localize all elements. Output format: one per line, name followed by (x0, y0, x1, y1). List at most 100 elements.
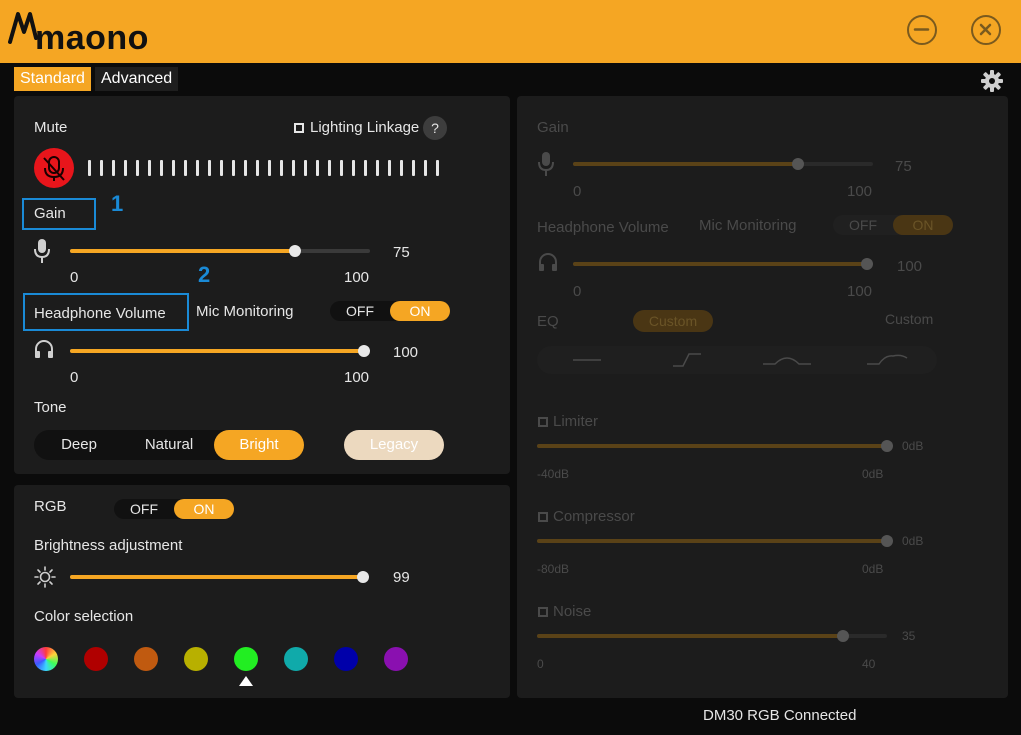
color-swatch[interactable] (184, 647, 208, 671)
eq-custom-pill: Custom (633, 310, 713, 332)
level-meter-tick (412, 160, 415, 176)
level-meter-tick (352, 160, 355, 176)
lighting-linkage-label: Lighting Linkage (310, 119, 420, 136)
eq-presets-bar (537, 346, 937, 374)
tone-selector[interactable]: Deep Natural Bright (34, 430, 304, 460)
level-meter-tick (400, 160, 403, 176)
tone-deep[interactable]: Deep (34, 430, 124, 460)
color-swatch[interactable] (284, 647, 308, 671)
close-button[interactable] (971, 15, 1001, 45)
mic-monitoring-off[interactable]: OFF (330, 301, 390, 321)
right-headphone-min: 0 (573, 283, 582, 300)
tab-advanced[interactable]: Advanced (95, 67, 179, 91)
level-meter-tick (196, 160, 199, 176)
noise-value: 35 (902, 629, 916, 643)
right-headphone-max: 100 (847, 283, 873, 300)
level-meter-tick (88, 160, 91, 176)
gain-slider-handle[interactable] (289, 245, 301, 257)
sun-icon (34, 566, 56, 588)
compressor-max: 0dB (862, 562, 884, 576)
tone-natural[interactable]: Natural (124, 430, 214, 460)
noise-checkbox (538, 607, 548, 617)
level-meter-tick (424, 160, 427, 176)
level-meter-tick (316, 160, 319, 176)
eq-curve-icons (573, 353, 908, 367)
right-microphone-icon (538, 152, 554, 176)
tab-standard[interactable]: Standard (14, 67, 91, 91)
gain-max-label: 100 (344, 269, 370, 286)
headphone-max-label: 100 (344, 369, 370, 386)
right-headphone-value: 100 (897, 258, 923, 275)
legacy-button[interactable]: Legacy (344, 430, 444, 460)
brightness-label: Brightness adjustment (34, 537, 183, 554)
color-swatch[interactable] (384, 647, 408, 671)
minimize-button[interactable] (907, 15, 937, 45)
compressor-checkbox (538, 512, 548, 522)
color-swatch[interactable] (84, 647, 108, 671)
eq-label: EQ (537, 313, 559, 330)
rgb-label: RGB (34, 498, 67, 515)
level-meter-tick (172, 160, 175, 176)
brightness-value: 99 (393, 569, 410, 586)
brightness-slider[interactable] (70, 571, 370, 583)
headphone-slider-handle[interactable] (358, 345, 370, 357)
headphones-icon (35, 340, 53, 358)
color-swatch[interactable] (234, 647, 258, 671)
level-meter-tick (256, 160, 259, 176)
eq-custom-label: Custom (885, 311, 934, 327)
rgb-on[interactable]: ON (174, 499, 234, 519)
noise-min: 0 (537, 657, 544, 671)
minus-icon (913, 28, 930, 31)
limiter-max: 0dB (862, 467, 884, 481)
level-meter-tick (208, 160, 211, 176)
color-swatch[interactable] (134, 647, 158, 671)
right-headphones-icon (539, 253, 557, 271)
right-headphone-label: Headphone Volume (537, 219, 669, 236)
right-gain-label: Gain (537, 119, 569, 136)
compressor-label: Compressor (553, 508, 635, 525)
level-meter-tick (280, 160, 283, 176)
noise-max: 40 (862, 657, 876, 671)
compressor-min: -80dB (537, 562, 570, 576)
connection-status: DM30 RGB Connected (703, 707, 857, 724)
limiter-label: Limiter (553, 413, 599, 430)
annotation-1: 1 (111, 191, 124, 216)
limiter-min: -40dB (537, 467, 570, 481)
limiter-handle (881, 440, 893, 452)
headphone-volume-slider[interactable] (70, 345, 370, 357)
right-gain-slider (573, 158, 873, 170)
right-gain-value: 75 (895, 158, 912, 175)
mic-monitoring-on[interactable]: ON (390, 301, 450, 321)
level-meter-tick (148, 160, 151, 176)
noise-label: Noise (553, 603, 592, 620)
headphone-volume-label: Headphone Volume (34, 305, 166, 322)
gain-slider[interactable] (70, 245, 370, 257)
gear-icon[interactable] (980, 69, 1004, 93)
right-gain-max: 100 (847, 183, 873, 200)
microphone-icon (34, 239, 50, 263)
main-controls-panel (14, 96, 510, 474)
rgb-toggle[interactable]: OFF ON (114, 499, 234, 519)
lighting-linkage-checkbox[interactable] (294, 123, 304, 133)
help-icon[interactable]: ? (423, 116, 447, 140)
rgb-off[interactable]: OFF (114, 499, 174, 519)
mute-button[interactable] (34, 148, 74, 188)
level-meter-tick (232, 160, 235, 176)
brightness-slider-handle[interactable] (357, 571, 370, 583)
color-swatch-rainbow[interactable] (34, 647, 58, 671)
close-icon (979, 23, 992, 36)
right-mic-monitoring-on: ON (893, 215, 953, 235)
right-mic-monitoring-label: Mic Monitoring (699, 217, 797, 234)
compressor-value: 0dB (902, 534, 924, 548)
tone-bright[interactable]: Bright (214, 430, 304, 460)
level-meter-tick (160, 160, 163, 176)
selected-color-pointer-icon (239, 676, 253, 686)
level-meter-tick (184, 160, 187, 176)
color-selection-label: Color selection (34, 608, 134, 625)
color-swatch[interactable] (334, 647, 358, 671)
level-meter-tick (304, 160, 307, 176)
level-meter-tick (292, 160, 295, 176)
level-meter-tick (124, 160, 127, 176)
mic-monitoring-toggle[interactable]: OFF ON (330, 301, 450, 321)
level-meter-tick (244, 160, 247, 176)
